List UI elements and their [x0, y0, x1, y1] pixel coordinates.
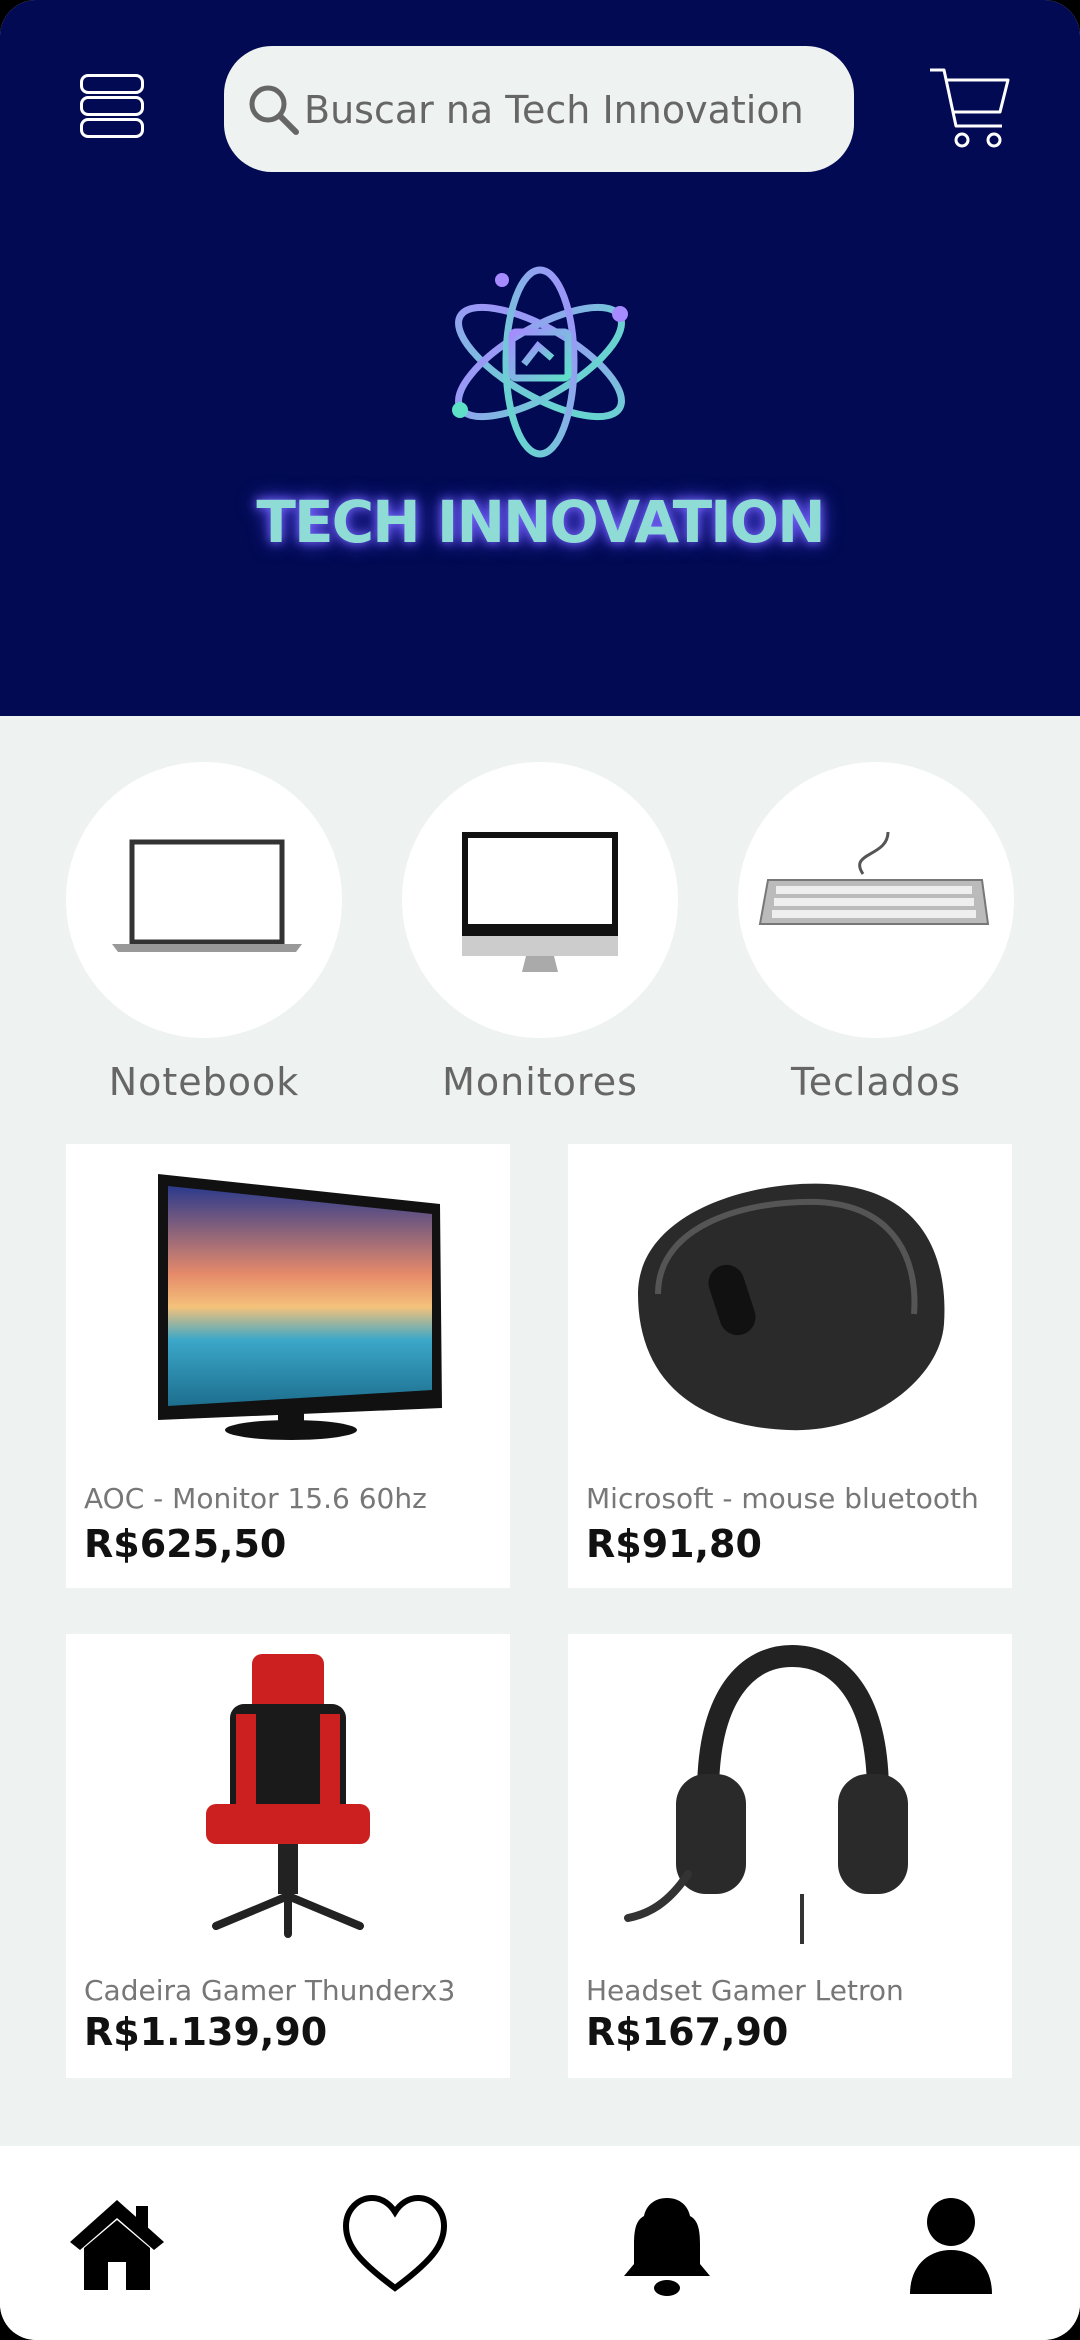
product-price: R$91,80: [586, 1522, 762, 1566]
monitor-icon: [462, 832, 618, 972]
product-price: R$625,50: [84, 1522, 287, 1566]
product-name: Headset Gamer Letron: [586, 1974, 904, 2007]
category-label: Notebook: [108, 1060, 300, 1104]
product-card[interactable]: Cadeira Gamer Thunderx3 R$1.139,90: [66, 1634, 510, 2078]
cart-icon[interactable]: [928, 64, 1012, 154]
product-name: AOC - Monitor 15.6 60hz: [84, 1482, 427, 1515]
product-image-mouse: [638, 1183, 945, 1431]
search-icon: [249, 85, 299, 135]
app-screen: TECH INNOVATION Notebook Monitores: [0, 0, 1080, 2340]
category-teclados[interactable]: Teclados: [738, 762, 1014, 1104]
menu-button[interactable]: [80, 72, 144, 138]
category-label: Teclados: [790, 1060, 962, 1104]
product-card[interactable]: AOC - Monitor 15.6 60hz R$625,50: [66, 1144, 510, 1588]
product-image-headset: [624, 1644, 908, 1944]
home-icon[interactable]: [62, 2190, 172, 2300]
product-price: R$1.139,90: [84, 2010, 328, 2054]
header: TECH INNOVATION: [0, 0, 1080, 716]
product-name: Microsoft - mouse bluetooth: [586, 1482, 979, 1515]
category-notebook[interactable]: Notebook: [66, 762, 342, 1104]
category-monitores[interactable]: Monitores: [402, 762, 678, 1104]
heart-icon[interactable]: [340, 2190, 450, 2300]
search-input[interactable]: [302, 72, 836, 148]
atom-logo-icon: [452, 266, 628, 458]
category-label: Monitores: [442, 1060, 638, 1104]
brand-title: TECH INNOVATION: [256, 488, 825, 556]
product-price: R$167,90: [586, 2010, 789, 2054]
product-card[interactable]: Microsoft - mouse bluetooth R$91,80: [568, 1144, 1012, 1588]
keyboard-icon: [758, 831, 990, 925]
product-image-monitor: [158, 1174, 442, 1440]
bell-icon[interactable]: [612, 2190, 722, 2300]
product-image-chair: [206, 1654, 370, 1938]
product-name: Cadeira Gamer Thunderx3: [84, 1974, 456, 2007]
search-bar[interactable]: [224, 46, 854, 172]
bottom-nav: [0, 2146, 1080, 2340]
user-icon[interactable]: [896, 2190, 1006, 2300]
laptop-icon: [112, 839, 302, 952]
product-card[interactable]: Headset Gamer Letron R$167,90: [568, 1634, 1012, 2078]
